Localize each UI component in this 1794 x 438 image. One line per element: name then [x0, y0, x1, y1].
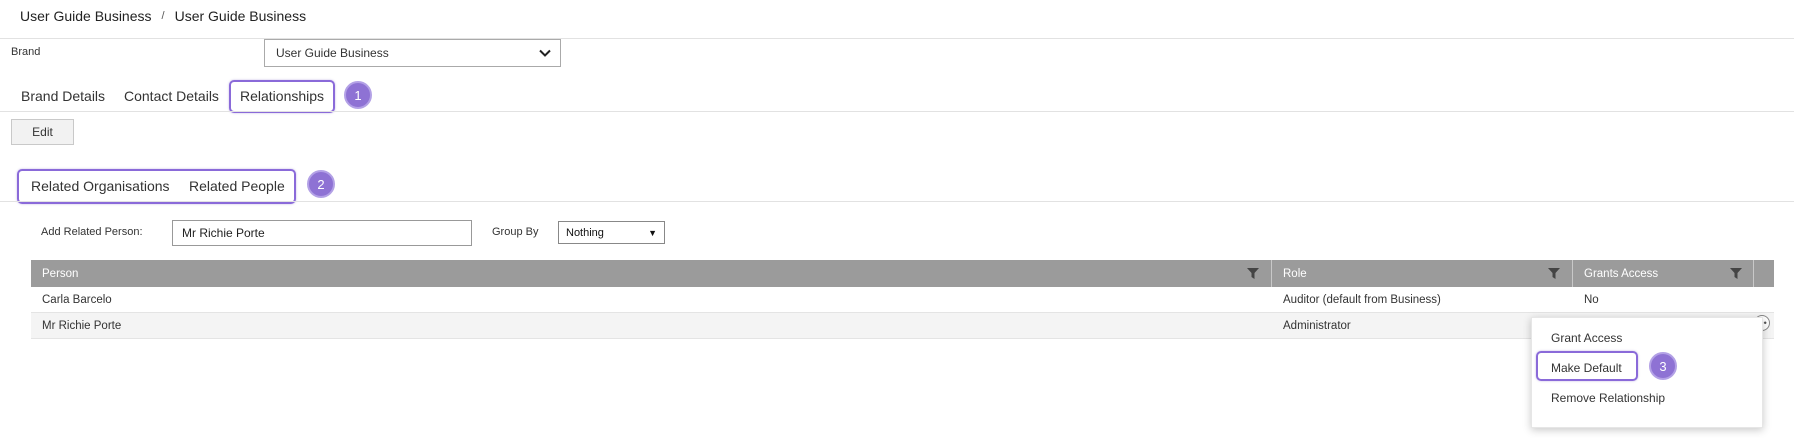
cell-grants-access: No [1584, 294, 1599, 306]
brand-select-value: User Guide Business [276, 46, 389, 60]
tabs-divider [0, 111, 1794, 112]
cell-person: Mr Richie Porte [42, 320, 122, 332]
step-2-highlight [17, 169, 296, 204]
step-2-badge: 2 [307, 170, 335, 198]
breadcrumb: User Guide Business / User Guide Busines… [20, 7, 306, 25]
filter-icon[interactable] [1548, 268, 1560, 279]
breadcrumb-item-current: User Guide Business [174, 8, 307, 24]
grid-header: Person Role Grants Access [31, 260, 1774, 287]
edit-button[interactable]: Edit [11, 119, 74, 145]
add-related-person-label: Add Related Person: [41, 226, 143, 238]
column-header-grants-access[interactable]: Grants Access [1573, 260, 1754, 287]
dropdown-arrow-icon: ▼ [648, 228, 657, 238]
tab-contact-details[interactable]: Contact Details [124, 88, 219, 104]
filter-icon[interactable] [1730, 268, 1742, 279]
column-header-label: Person [42, 267, 79, 280]
add-related-person-input[interactable]: Mr Richie Porte [172, 220, 472, 246]
column-header-label: Role [1283, 267, 1307, 280]
group-by-select[interactable]: Nothing ▼ [558, 221, 665, 244]
table-row[interactable]: Mr Richie Porte Administrator [31, 313, 1774, 339]
brand-label: Brand [11, 46, 41, 58]
chevron-down-icon [539, 49, 551, 57]
step-1-highlight [229, 80, 335, 113]
group-by-label: Group By [492, 226, 539, 238]
menu-item-grant-access[interactable]: Grant Access [1551, 331, 1622, 345]
column-header-person[interactable]: Person [31, 260, 1272, 287]
step-1-badge: 1 [344, 81, 372, 109]
breadcrumb-separator: / [161, 10, 165, 22]
brand-select[interactable]: User Guide Business [264, 39, 561, 67]
menu-item-remove-relationship[interactable]: Remove Relationship [1551, 391, 1665, 405]
cell-person: Carla Barcelo [42, 294, 112, 306]
breadcrumb-item-root[interactable]: User Guide Business [20, 8, 152, 24]
filter-icon[interactable] [1247, 268, 1259, 279]
column-header-label: Grants Access [1584, 267, 1659, 280]
group-by-value: Nothing [566, 226, 604, 239]
cell-role: Administrator [1283, 320, 1351, 332]
step-3-highlight [1536, 351, 1638, 381]
cell-role: Auditor (default from Business) [1283, 294, 1441, 306]
column-header-role[interactable]: Role [1272, 260, 1573, 287]
subtabs-divider [0, 201, 1794, 202]
table-row[interactable]: Carla Barcelo Auditor (default from Busi… [31, 287, 1774, 313]
step-3-badge: 3 [1649, 352, 1677, 380]
tab-brand-details[interactable]: Brand Details [21, 88, 105, 104]
